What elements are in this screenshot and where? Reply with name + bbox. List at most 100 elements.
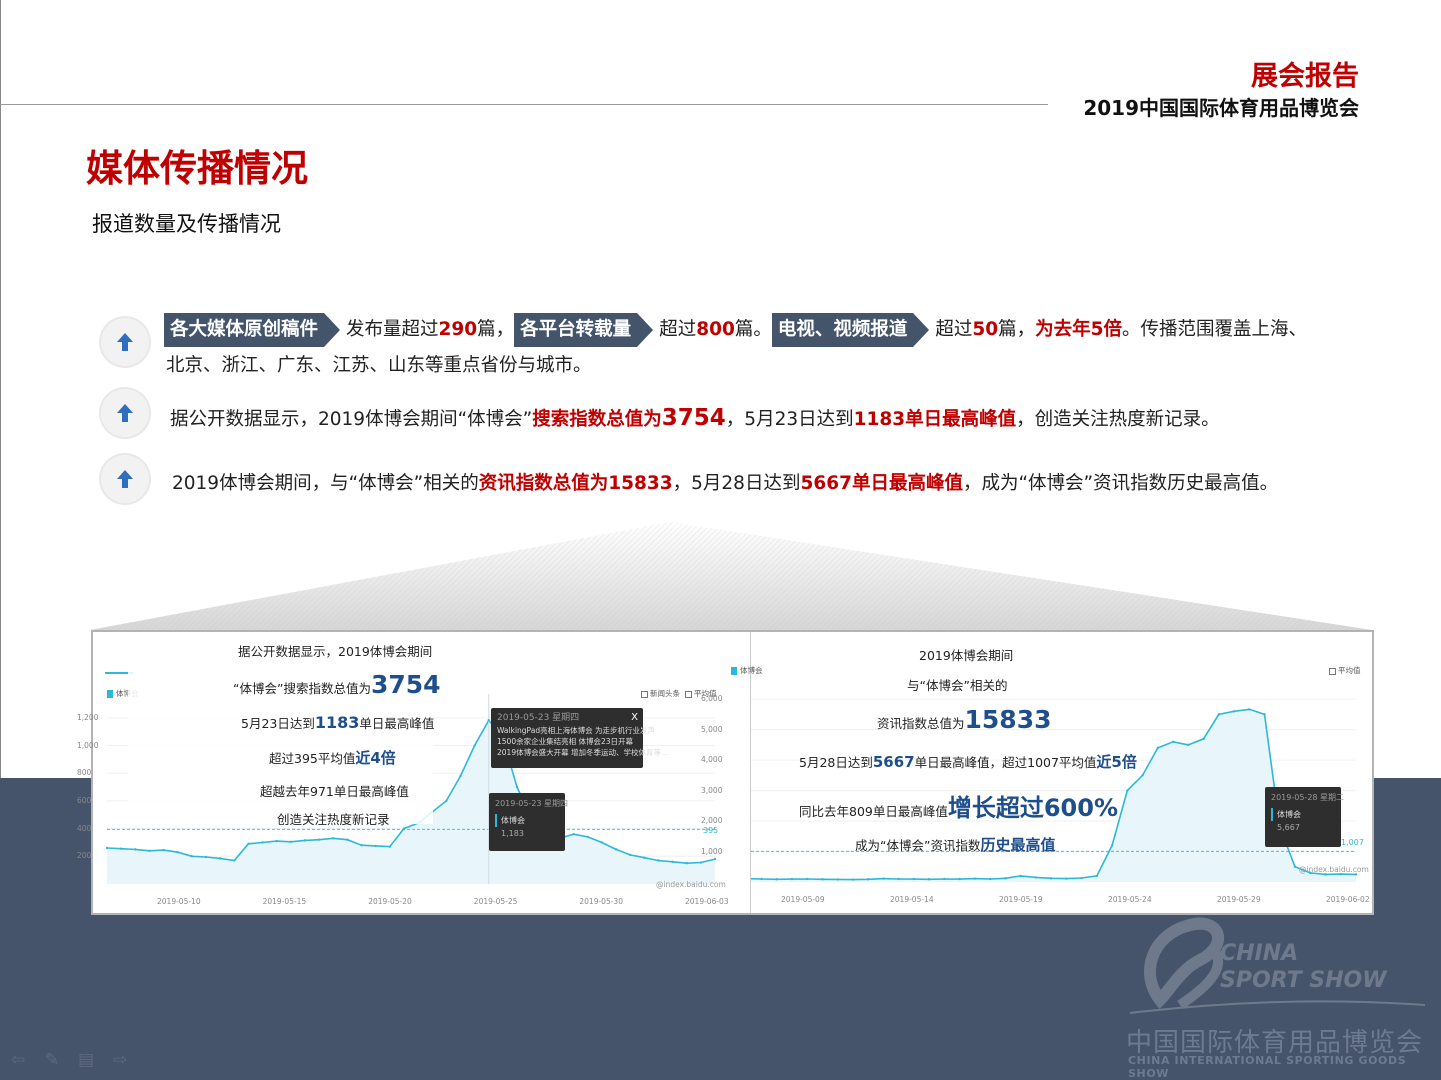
value-50: 50 bbox=[972, 319, 999, 340]
data-point[interactable] bbox=[233, 859, 236, 862]
data-point[interactable] bbox=[1004, 877, 1007, 880]
data-point[interactable] bbox=[105, 846, 109, 850]
prev-arrow-icon[interactable]: ⇦ bbox=[8, 1050, 28, 1070]
data-point[interactable] bbox=[699, 861, 703, 864]
data-point[interactable] bbox=[218, 857, 222, 860]
tooltip-date: 2019-05-23 星期四 bbox=[495, 799, 569, 808]
text: 发布量超过 bbox=[346, 319, 439, 340]
bullet-1-line-2: 北京、浙江、广东、江苏、山东等重点省份与城市。 bbox=[166, 355, 592, 376]
data-point[interactable] bbox=[988, 877, 992, 881]
data-point[interactable] bbox=[148, 849, 151, 852]
tooltip-news-1[interactable]: WalkingPad亮相上海体博会 为走步机行业发声 bbox=[497, 725, 655, 736]
data-point[interactable] bbox=[1065, 877, 1068, 880]
data-point[interactable] bbox=[671, 860, 674, 864]
up-arrow-icon bbox=[101, 455, 149, 503]
data-point[interactable] bbox=[851, 878, 855, 881]
data-point[interactable] bbox=[487, 719, 490, 722]
data-point[interactable] bbox=[176, 850, 179, 854]
data-point[interactable] bbox=[402, 827, 406, 830]
data-point[interactable] bbox=[806, 877, 809, 881]
data-point[interactable] bbox=[643, 856, 646, 859]
data-point[interactable] bbox=[1171, 740, 1175, 744]
tooltip-series: 体博会 bbox=[1271, 808, 1335, 821]
data-point[interactable] bbox=[1263, 713, 1266, 716]
data-point[interactable] bbox=[657, 859, 660, 862]
value-15833: 15833 bbox=[964, 705, 1052, 734]
data-point[interactable] bbox=[119, 847, 123, 850]
data-point[interactable] bbox=[821, 878, 824, 881]
slides-menu-icon[interactable]: ▤ bbox=[76, 1050, 96, 1070]
data-point[interactable] bbox=[943, 877, 946, 881]
data-point[interactable] bbox=[614, 848, 618, 851]
data-point[interactable] bbox=[836, 878, 839, 881]
data-point[interactable] bbox=[204, 855, 208, 859]
data-point[interactable] bbox=[713, 857, 717, 861]
data-point[interactable] bbox=[1034, 876, 1038, 879]
data-point[interactable] bbox=[1156, 746, 1160, 750]
data-point[interactable] bbox=[912, 877, 916, 881]
data-point[interactable] bbox=[388, 845, 391, 848]
value-1183: 1183 bbox=[314, 713, 360, 732]
data-point[interactable] bbox=[586, 835, 589, 839]
data-point[interactable] bbox=[162, 848, 165, 852]
expo-name: 2019中国国际体育用品博览会 bbox=[1083, 96, 1359, 120]
data-point[interactable] bbox=[261, 841, 264, 844]
data-point[interactable] bbox=[1095, 874, 1099, 878]
text: 5月23日达到 bbox=[241, 716, 315, 731]
data-point[interactable] bbox=[1217, 713, 1221, 716]
data-point[interactable] bbox=[1232, 710, 1236, 713]
text: ，5月23日达到 bbox=[725, 409, 854, 430]
data-point[interactable] bbox=[247, 842, 250, 846]
data-point[interactable] bbox=[882, 877, 885, 880]
next-arrow-icon[interactable]: ⇨ bbox=[110, 1050, 130, 1070]
text: 单日最高峰值 bbox=[359, 716, 435, 731]
data-point[interactable] bbox=[473, 744, 476, 747]
close-icon[interactable]: X bbox=[631, 711, 638, 724]
data-point[interactable] bbox=[1049, 877, 1053, 880]
data-point[interactable] bbox=[190, 855, 194, 858]
data-point[interactable] bbox=[459, 774, 462, 778]
data-point[interactable] bbox=[927, 878, 931, 881]
data-point[interactable] bbox=[1248, 708, 1251, 711]
text: “体博会”搜索指数总值为 bbox=[233, 681, 371, 696]
data-point[interactable] bbox=[360, 844, 363, 847]
data-point[interactable] bbox=[628, 853, 632, 857]
data-point[interactable] bbox=[600, 841, 604, 844]
data-point[interactable] bbox=[134, 848, 137, 851]
data-point[interactable] bbox=[572, 832, 575, 836]
data-point[interactable] bbox=[1187, 743, 1190, 747]
value-3754: 3754 bbox=[370, 670, 441, 699]
data-point[interactable] bbox=[275, 839, 278, 843]
data-point[interactable] bbox=[1110, 844, 1114, 847]
data-point[interactable] bbox=[515, 785, 519, 789]
data-point[interactable] bbox=[973, 877, 977, 880]
text: 2019体博会期间，与“体博会”相关的 bbox=[172, 473, 479, 494]
pen-icon[interactable]: ✎ bbox=[42, 1050, 62, 1070]
tooltip-news-3[interactable]: 2019体博会盛大开幕 增加冬季运动、学校体育等... bbox=[497, 747, 668, 758]
data-point[interactable] bbox=[790, 877, 794, 881]
data-point[interactable] bbox=[775, 878, 778, 881]
data-point[interactable] bbox=[332, 837, 335, 840]
data-point[interactable] bbox=[289, 840, 293, 843]
y-tick-label: 2,000 bbox=[701, 816, 723, 826]
text: 据公开数据显示，2019体博会期间“体博会” bbox=[170, 409, 533, 430]
data-point[interactable] bbox=[897, 877, 900, 881]
tooltip-value: 5,667 bbox=[1277, 823, 1300, 832]
data-point[interactable] bbox=[1126, 789, 1129, 792]
data-point[interactable] bbox=[866, 878, 870, 881]
data-point[interactable] bbox=[1202, 737, 1205, 740]
data-point[interactable] bbox=[685, 862, 688, 865]
data-point[interactable] bbox=[1141, 774, 1144, 777]
data-point[interactable] bbox=[317, 838, 321, 841]
data-point[interactable] bbox=[1019, 874, 1022, 878]
highlight: 搜索指数总值为 bbox=[532, 409, 662, 430]
data-point[interactable] bbox=[303, 839, 307, 842]
data-point[interactable] bbox=[445, 799, 448, 803]
data-point[interactable] bbox=[958, 877, 961, 881]
data-point[interactable] bbox=[1080, 876, 1083, 880]
data-point[interactable] bbox=[346, 838, 349, 841]
data-point[interactable] bbox=[760, 877, 763, 881]
data-point[interactable] bbox=[1293, 865, 1297, 868]
data-point[interactable] bbox=[374, 844, 377, 848]
tooltip-news-2[interactable]: 1500余家企业集结亮相 体博会23日开幕 bbox=[497, 736, 637, 747]
